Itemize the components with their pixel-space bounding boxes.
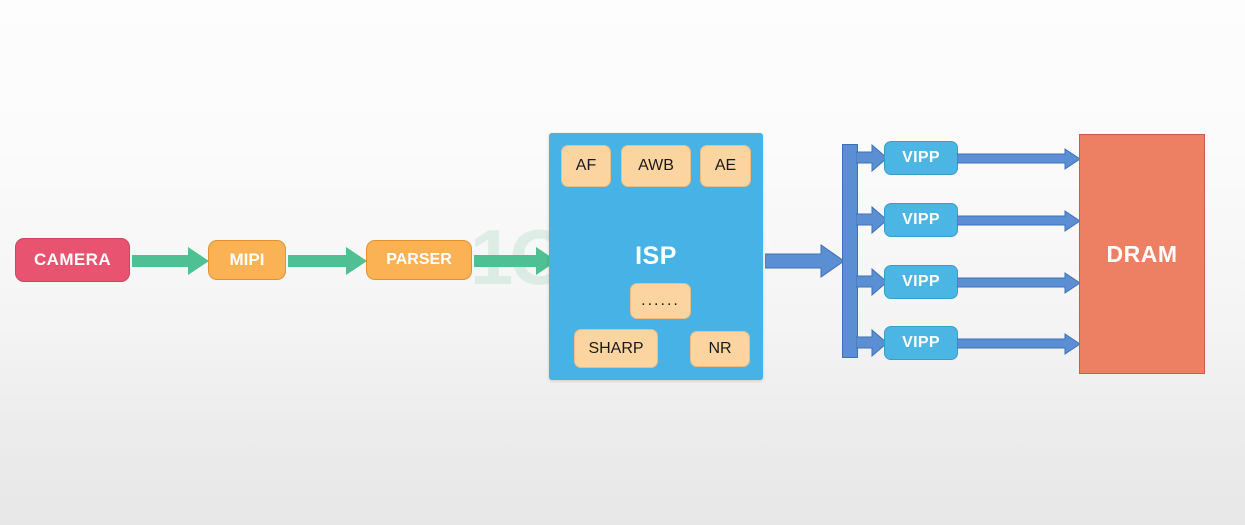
arrow-isp-to-splitter <box>765 244 845 278</box>
diagram-canvas: 1OO 百问网 www.100ask.net CAMERA MIPI PARSE… <box>0 0 1245 525</box>
node-isp-label: ISP <box>635 242 677 270</box>
node-vipp-1[interactable]: VIPP <box>884 141 958 175</box>
arrow-vipp-1-to-dram <box>957 148 1081 170</box>
node-vipp-4[interactable]: VIPP <box>884 326 958 360</box>
isp-block-ae[interactable]: AE <box>700 145 751 187</box>
node-parser[interactable]: PARSER <box>366 240 472 280</box>
arrow-vipp-4-to-dram <box>957 333 1081 355</box>
node-vipp-3[interactable]: VIPP <box>884 265 958 299</box>
arrow-parser-to-isp <box>474 247 557 275</box>
isp-block-sharp[interactable]: SHARP <box>574 329 658 368</box>
isp-block-nr[interactable]: NR <box>690 331 750 367</box>
isp-block-more[interactable]: ...... <box>630 283 691 319</box>
splitter-bar <box>842 144 858 358</box>
isp-block-awb[interactable]: AWB <box>621 145 691 187</box>
node-dram[interactable]: DRAM <box>1079 134 1205 374</box>
node-vipp-2[interactable]: VIPP <box>884 203 958 237</box>
arrow-camera-to-mipi <box>132 247 209 275</box>
node-camera[interactable]: CAMERA <box>15 238 130 282</box>
node-mipi[interactable]: MIPI <box>208 240 286 280</box>
isp-block-af[interactable]: AF <box>561 145 611 187</box>
arrow-vipp-2-to-dram <box>957 210 1081 232</box>
arrow-mipi-to-parser <box>288 247 367 275</box>
arrow-vipp-3-to-dram <box>957 272 1081 294</box>
